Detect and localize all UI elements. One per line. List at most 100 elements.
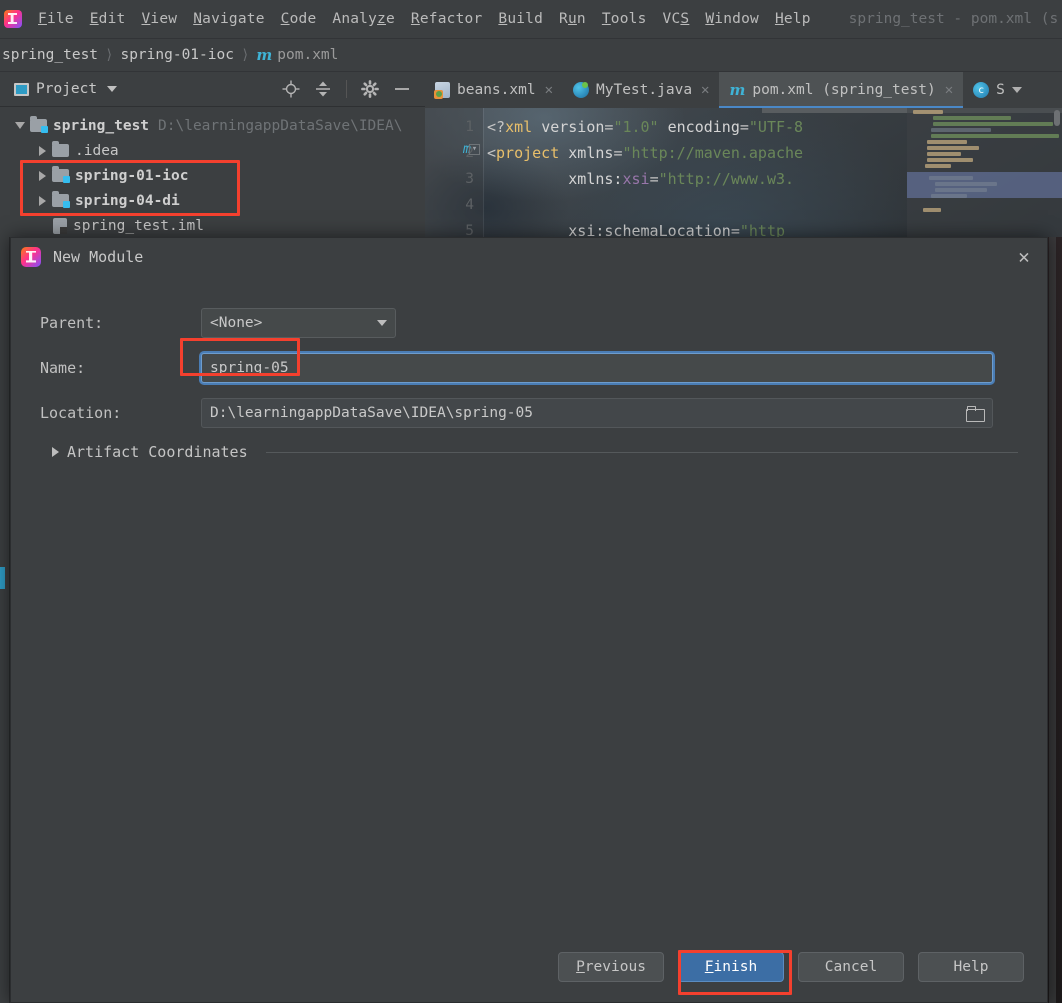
tool-window-marker — [0, 567, 5, 589]
chevron-down-icon[interactable] — [1011, 87, 1022, 93]
maven-file-icon: m — [729, 81, 746, 99]
ide-left-strip — [0, 237, 10, 1003]
project-panel-title-group[interactable]: Project — [0, 81, 118, 97]
chevron-down-icon[interactable] — [107, 86, 118, 92]
editor-tab-bar: beans.xml ✕ MyTest.java ✕ m pom.xml (spr… — [425, 72, 1062, 108]
previous-button[interactable]: Previous — [558, 952, 664, 982]
collapse-all-icon[interactable] — [314, 80, 332, 98]
menu-help[interactable]: Help — [767, 9, 819, 29]
folder-icon — [52, 141, 69, 157]
close-icon[interactable]: ✕ — [701, 82, 709, 98]
line-number: 3 — [465, 171, 474, 187]
tab-beans-xml[interactable]: beans.xml ✕ — [425, 72, 563, 108]
editor-gutter: 1 2 3 4 5 — [425, 108, 483, 238]
editor-scrollbar[interactable] — [1049, 237, 1056, 1003]
expand-triangle-icon[interactable] — [52, 447, 59, 457]
menu-bar: File Edit View Navigate Code Analyze Ref… — [0, 0, 1062, 39]
code-fold-icon[interactable]: ▾ — [469, 144, 480, 155]
expand-triangle-icon[interactable] — [34, 145, 50, 156]
breadcrumb-separator-icon: ⟩ — [240, 47, 250, 63]
menu-analyze[interactable]: Analyze — [324, 9, 403, 29]
chevron-down-icon — [377, 320, 387, 326]
close-icon[interactable]: ✕ — [1001, 238, 1047, 276]
name-input-value: spring-05 — [210, 360, 289, 376]
tree-row[interactable]: spring-04-di — [0, 188, 425, 213]
class-file-icon: c — [973, 82, 990, 98]
tab-pom-xml[interactable]: m pom.xml (spring_test) ✕ — [719, 72, 964, 108]
project-panel-header: Project — [0, 72, 425, 107]
menu-refactor[interactable]: Refactor — [403, 9, 490, 29]
menu-vcs[interactable]: VCS — [655, 9, 698, 29]
help-button[interactable]: Help — [918, 952, 1024, 982]
breadcrumb-item-project[interactable]: spring_test — [2, 47, 98, 63]
artifact-coordinates-section[interactable]: Artifact Coordinates — [26, 443, 1032, 461]
expand-triangle-icon[interactable] — [12, 122, 28, 129]
location-input[interactable]: D:\learningappDataSave\IDEA\spring-05 — [201, 398, 993, 428]
project-window-icon — [14, 82, 29, 96]
menu-tools[interactable]: Tools — [594, 9, 655, 29]
intellij-logo-icon — [21, 246, 41, 267]
gear-icon[interactable] — [361, 80, 379, 98]
menu-view[interactable]: View — [133, 9, 185, 29]
dialog-footer: Previous Finish Cancel Help — [11, 932, 1047, 1002]
tree-row[interactable]: spring-01-ioc — [0, 163, 425, 188]
finish-button[interactable]: Finish — [678, 952, 784, 982]
tab-label: pom.xml (spring_test) — [752, 82, 936, 98]
parent-select[interactable]: <None> — [201, 308, 396, 338]
tree-item-label: spring_test.iml — [73, 217, 204, 234]
cancel-button[interactable]: Cancel — [798, 952, 904, 982]
breadcrumb-item-module[interactable]: spring-01-ioc — [120, 47, 234, 63]
location-field-row: Location: D:\learningappDataSave\IDEA\sp… — [26, 398, 1032, 428]
tree-item-label: spring-01-ioc — [75, 167, 189, 184]
new-module-dialog: New Module ✕ Parent: <None> Name: spring… — [10, 237, 1048, 1003]
breadcrumb-item-file[interactable]: pom.xml — [277, 47, 338, 63]
artifact-coordinates-label: Artifact Coordinates — [67, 443, 248, 461]
tree-row[interactable]: .idea — [0, 138, 425, 163]
tree-row[interactable]: spring_test.iml — [0, 213, 425, 237]
hide-panel-icon[interactable] — [393, 80, 411, 98]
tab-label: S — [996, 82, 1005, 98]
window-title: spring_test - pom.xml (s — [848, 11, 1059, 27]
parent-field-row: Parent: <None> — [26, 308, 1032, 338]
tab-label: MyTest.java — [596, 82, 693, 98]
maven-file-icon: m — [256, 46, 273, 64]
expand-triangle-icon[interactable] — [34, 170, 50, 181]
tree-item-path: D:\learningappDataSave\IDEA\ — [158, 117, 403, 134]
breadcrumb-separator-icon: ⟩ — [105, 47, 114, 63]
toolbar-divider — [346, 80, 347, 98]
menu-window[interactable]: Window — [697, 9, 767, 29]
tab-mytest-java[interactable]: MyTest.java ✕ — [563, 72, 719, 108]
intellij-logo-icon — [4, 10, 22, 28]
tab-overflow[interactable]: c S — [963, 72, 1032, 108]
gutter-divider — [483, 108, 484, 238]
menu-edit[interactable]: Edit — [82, 9, 134, 29]
name-input[interactable]: spring-05 — [201, 353, 993, 383]
menu-navigate[interactable]: Navigate — [185, 9, 272, 29]
line-number: 5 — [465, 223, 474, 238]
xml-file-icon — [434, 82, 450, 99]
project-tree[interactable]: spring_test D:\learningappDataSave\IDEA\… — [0, 107, 425, 237]
tree-item-label: spring_test — [53, 117, 150, 134]
close-icon[interactable]: ✕ — [545, 82, 553, 98]
section-divider — [265, 451, 1018, 453]
menu-build[interactable]: Build — [490, 9, 551, 29]
dialog-title: New Module — [53, 247, 144, 266]
finish-button-label-rest: inish — [713, 959, 758, 975]
code-editor[interactable]: 1 2 3 4 5 m ▾ <?xml version="1.0" encodi… — [425, 108, 1062, 238]
module-folder-icon — [30, 116, 48, 133]
tree-row[interactable]: spring_test D:\learningappDataSave\IDEA\ — [0, 113, 425, 138]
close-icon[interactable]: ✕ — [945, 82, 953, 98]
menu-code[interactable]: Code — [273, 9, 325, 29]
tab-label: beans.xml — [457, 82, 536, 98]
locate-icon[interactable] — [282, 80, 300, 98]
tree-item-label: spring-04-di — [75, 192, 180, 209]
iml-file-icon — [53, 217, 67, 234]
menu-file[interactable]: File — [30, 9, 82, 29]
browse-folder-icon[interactable] — [966, 406, 985, 422]
menu-run[interactable]: Run — [551, 9, 594, 29]
location-label: Location: — [40, 404, 122, 422]
editor-minimap[interactable] — [907, 108, 1062, 238]
minimap-scrollbar[interactable] — [1054, 110, 1060, 126]
previous-button-label-rest: revious — [584, 959, 646, 975]
expand-triangle-icon[interactable] — [34, 195, 50, 206]
